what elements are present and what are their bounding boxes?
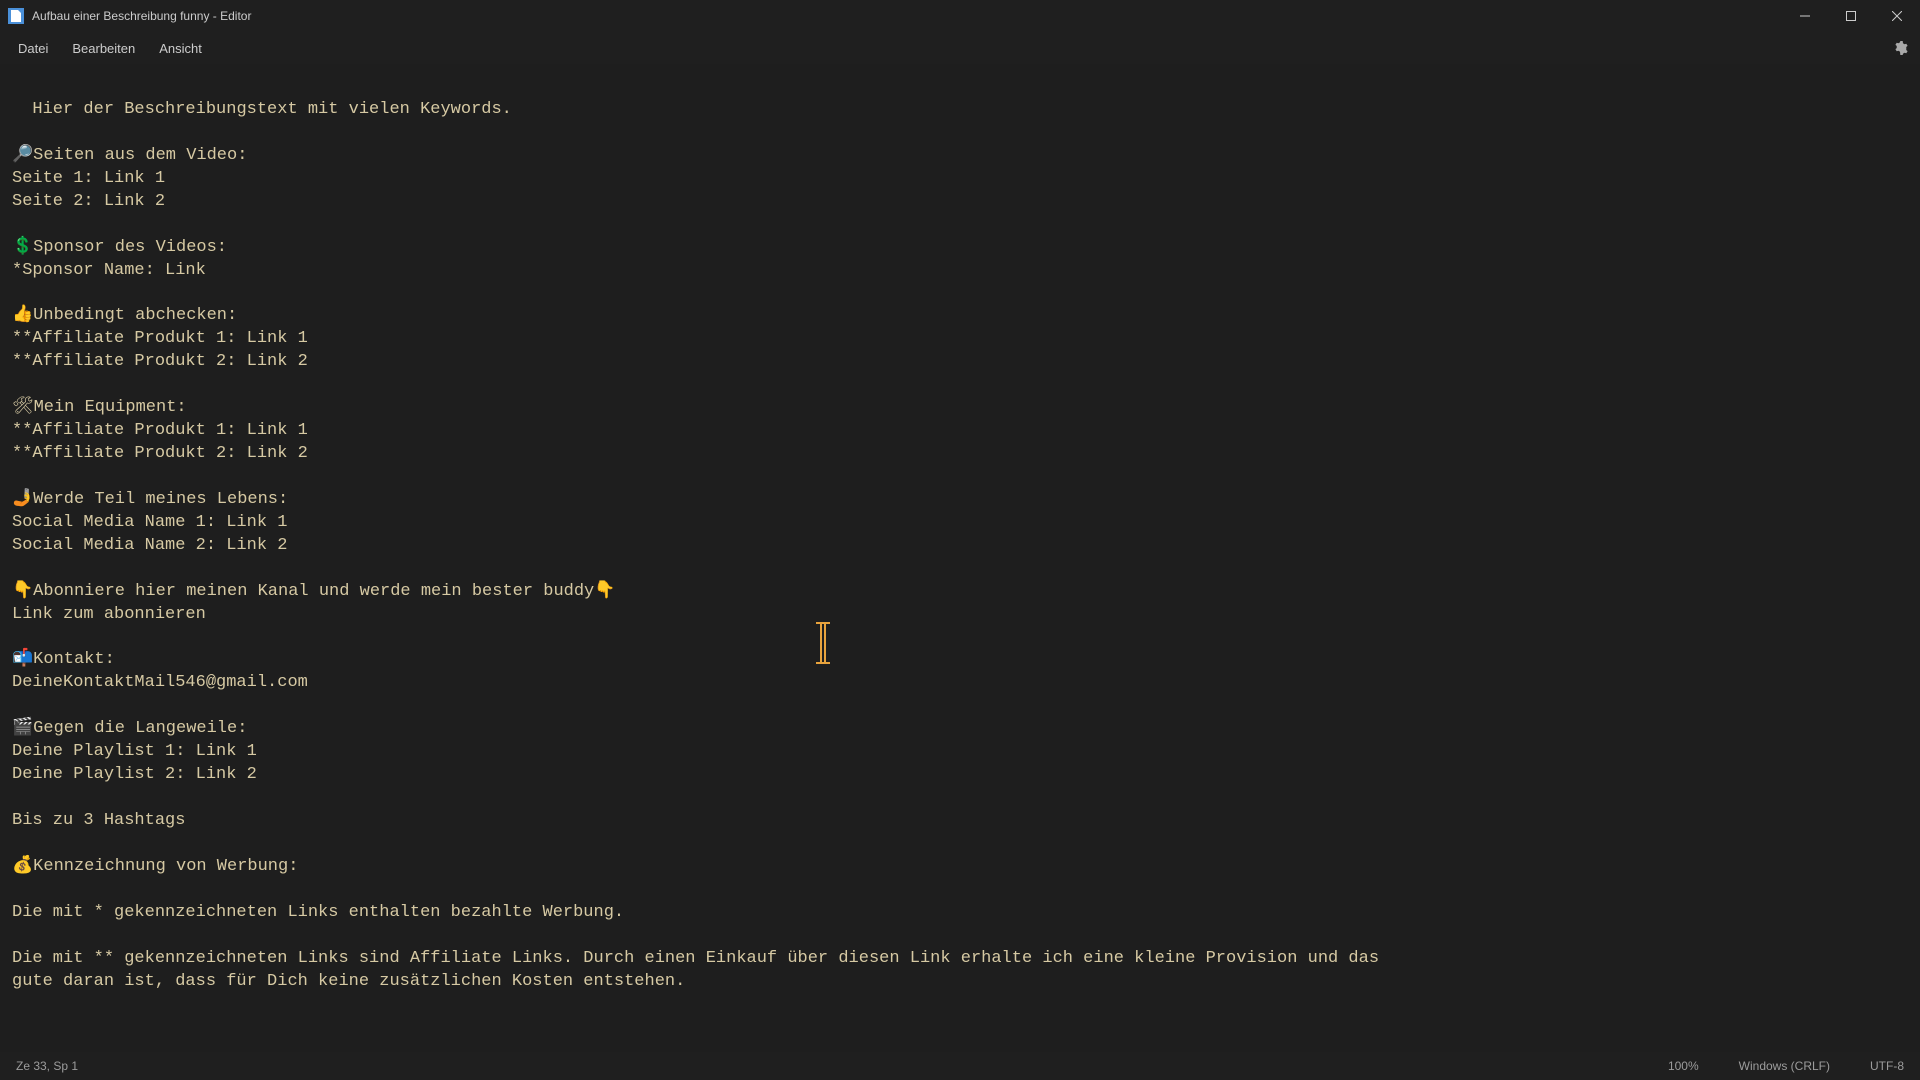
status-line-ending: Windows (CRLF)	[1739, 1059, 1830, 1073]
status-bar: Ze 33, Sp 1 100% Windows (CRLF) UTF-8	[0, 1052, 1920, 1080]
status-encoding: UTF-8	[1870, 1059, 1904, 1073]
editor-content: Hier der Beschreibungstext mit vielen Ke…	[12, 100, 1379, 991]
minimize-button[interactable]	[1782, 0, 1828, 32]
menu-bar: Datei Bearbeiten Ansicht	[0, 32, 1920, 65]
title-bar-left: Aufbau einer Beschreibung funny - Editor	[8, 8, 251, 24]
close-button[interactable]	[1874, 0, 1920, 32]
menu-file[interactable]: Datei	[8, 37, 58, 60]
status-cursor-position: Ze 33, Sp 1	[16, 1059, 78, 1073]
text-editor-area[interactable]: Hier der Beschreibungstext mit vielen Ke…	[0, 64, 1920, 1052]
menu-view[interactable]: Ansicht	[149, 37, 212, 60]
maximize-button[interactable]	[1828, 0, 1874, 32]
settings-button[interactable]	[1880, 32, 1920, 64]
status-zoom[interactable]: 100%	[1668, 1059, 1699, 1073]
menu-edit[interactable]: Bearbeiten	[62, 37, 145, 60]
gear-icon	[1892, 40, 1908, 56]
title-bar: Aufbau einer Beschreibung funny - Editor	[0, 0, 1920, 32]
window-controls	[1782, 0, 1920, 32]
window-title: Aufbau einer Beschreibung funny - Editor	[32, 9, 251, 23]
notepad-app-icon	[8, 8, 24, 24]
text-cursor-icon	[820, 624, 826, 662]
